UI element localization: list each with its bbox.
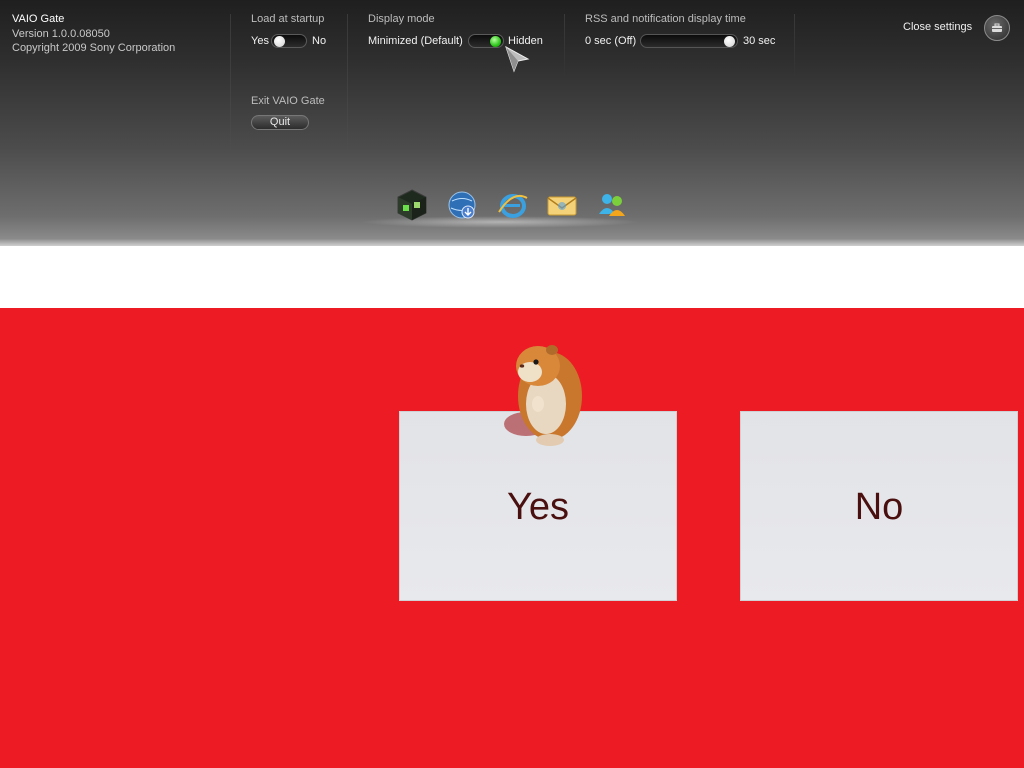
load-at-startup-toggle[interactable] (271, 34, 307, 48)
divider (794, 14, 795, 78)
startup-no-label: No (312, 35, 327, 47)
globe-download-icon[interactable] (446, 188, 480, 222)
rss-min-label: 0 sec (Off) (585, 35, 637, 47)
app-copyright: Copyright 2009 Sony Corporation (12, 42, 176, 54)
media-cube-icon[interactable] (395, 188, 429, 222)
rss-time-slider[interactable] (640, 34, 738, 48)
divider (230, 14, 231, 154)
messenger-icon[interactable] (595, 188, 629, 222)
slider-knob[interactable] (724, 36, 735, 47)
display-mode-minimized-label: Minimized (Default) (368, 35, 463, 47)
close-settings-button[interactable] (984, 15, 1010, 41)
startup-yes-label: Yes (251, 35, 269, 47)
hamster-icon (504, 345, 582, 446)
no-button[interactable]: No (740, 411, 1018, 601)
app-name: VAIO Gate (12, 13, 65, 25)
display-mode-label: Display mode (368, 13, 435, 25)
internet-explorer-icon[interactable] (496, 188, 530, 222)
toggle-knob (274, 36, 285, 47)
quit-button[interactable]: Quit (251, 115, 309, 130)
app-version: Version 1.0.0.08050 (12, 27, 110, 40)
exit-label: Exit VAIO Gate (251, 95, 325, 107)
white-strip (0, 246, 1024, 308)
divider (564, 14, 565, 78)
close-settings-label[interactable]: Close settings (903, 21, 972, 33)
divider (347, 14, 348, 154)
app-info: VAIO Gate Version 1.0.0.08050 Copyright … (12, 12, 175, 56)
mouse-cursor-icon (505, 45, 530, 73)
settings-panel: VAIO Gate Version 1.0.0.08050 Copyright … (0, 0, 1024, 246)
mail-icon[interactable] (545, 188, 579, 222)
toggle-knob (490, 36, 501, 47)
load-at-startup-label: Load at startup (251, 13, 325, 25)
rss-max-label: 30 sec (743, 35, 776, 47)
display-mode-toggle[interactable] (468, 34, 504, 48)
toolbox-icon (992, 23, 1002, 32)
rss-display-time-label: RSS and notification display time (585, 13, 746, 25)
